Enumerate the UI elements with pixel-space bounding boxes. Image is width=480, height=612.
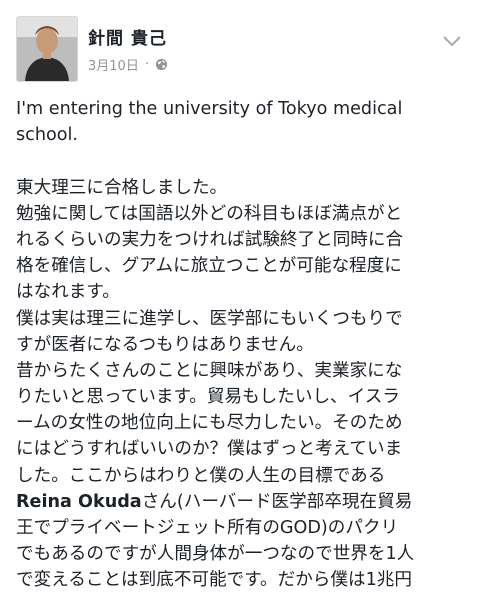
post-header: 針間 貴己 3月10日 · bbox=[16, 14, 464, 84]
post-text-line: I'm entering the university of Tokyo med… bbox=[16, 99, 403, 119]
facebook-post: 針間 貴己 3月10日 · I'm entering the universit… bbox=[0, 0, 480, 612]
post-body: I'm entering the university of Tokyo med… bbox=[16, 96, 466, 594]
post-text-line: でもあるのですが人間身体が一つなので世界を1人 bbox=[16, 544, 415, 565]
meta-separator: · bbox=[144, 57, 149, 72]
post-text-line: にはどうすればいいのか？僕はずっと考えていま bbox=[16, 439, 403, 460]
mentioned-name: Reina Okuda bbox=[16, 491, 142, 512]
post-text-line: 勉強に関しては国語以外どの科目もほぼ満点がと bbox=[16, 203, 403, 224]
post-text-line: ームの女性の地位向上にも尽力したい。そのため bbox=[16, 413, 403, 434]
post-text-line: すが医者になるつもりはありません。 bbox=[16, 334, 314, 355]
avatar[interactable] bbox=[16, 16, 78, 82]
post-text-line: れるくらいの実力をつければ試験終了と同時に合 bbox=[16, 229, 404, 250]
post-text-line: 格を確信し、グアムに旅立つことが可能な程度に bbox=[16, 256, 402, 277]
chevron-down-icon[interactable] bbox=[442, 34, 462, 48]
post-text-line: はなれます。 bbox=[16, 282, 120, 303]
post-text-line: した。ここからはわりと僕の人生の目標である bbox=[16, 465, 386, 486]
post-date[interactable]: 3月10日 bbox=[88, 55, 139, 74]
post-text-line: 僕は実は理三に進学し、医学部にもいくつもりで bbox=[16, 308, 403, 329]
post-text-line: りたいと思っています。貿易もしたいし、イスラ bbox=[16, 387, 400, 408]
post-text-line: school. bbox=[16, 125, 78, 146]
mention-detail: さん(ハーバード医学部卒現在貿易 bbox=[141, 491, 413, 512]
author-name[interactable]: 針間 貴己 bbox=[88, 24, 167, 49]
globe-icon[interactable] bbox=[155, 58, 168, 71]
post-text-line: Reina Okudaさん(ハーバード医学部卒現在貿易 bbox=[16, 489, 466, 515]
post-text-line: 昔からたくさんのことに興味があり、実業家にな bbox=[16, 360, 403, 381]
post-text-line: 王でプライベートジェット所有のGOD)のパクリ bbox=[16, 518, 399, 538]
post-meta: 3月10日 · bbox=[88, 55, 168, 74]
post-text-line: で変えることは到底不可能です。だから僕は1兆円 bbox=[16, 570, 412, 591]
post-text-line: 東大理三に合格しました。 bbox=[16, 177, 228, 198]
